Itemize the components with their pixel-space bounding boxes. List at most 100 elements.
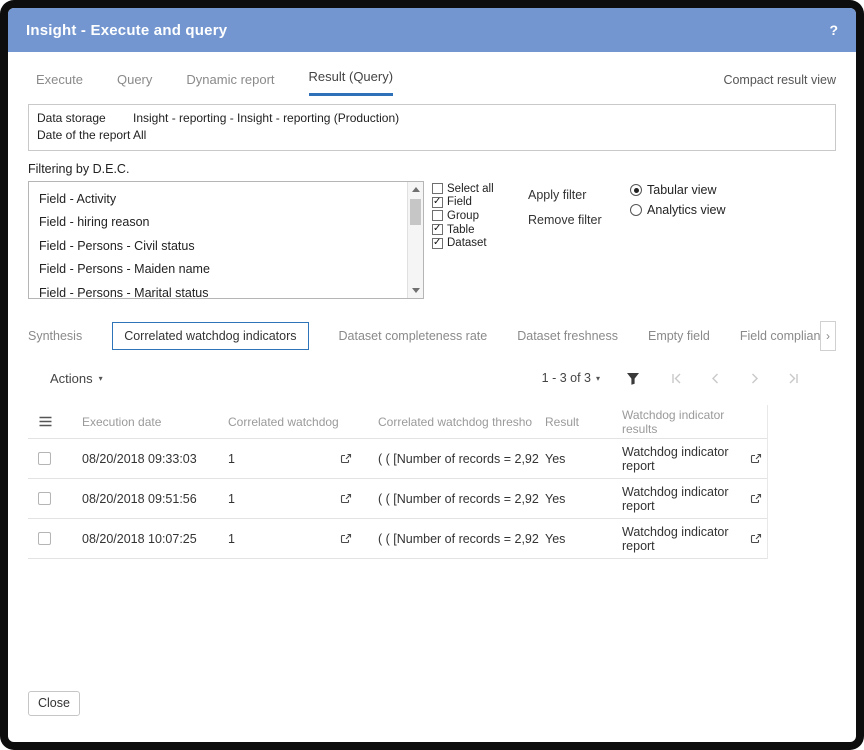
checkbox-field[interactable]: Field — [432, 196, 514, 210]
arrow-up-icon — [412, 187, 420, 192]
tab-field-compliance[interactable]: Field compliance ag — [740, 329, 820, 343]
scroll-down-button[interactable] — [408, 283, 423, 298]
remove-filter-button[interactable]: Remove filter — [528, 213, 616, 227]
table-row[interactable]: 08/20/2018 09:51:56 1 ( ( [Number of rec… — [28, 479, 767, 519]
col-result: Result — [545, 415, 622, 429]
dataset-checkbox[interactable] — [432, 238, 443, 249]
last-page-icon[interactable] — [787, 372, 800, 385]
cell-result: Yes — [545, 492, 622, 506]
table-checkbox[interactable] — [432, 224, 443, 235]
tab-empty-field[interactable]: Empty field — [648, 329, 710, 343]
result-tab-strip: Synthesis Correlated watchdog indicators… — [28, 321, 820, 351]
external-link-icon[interactable] — [750, 533, 762, 545]
list-item[interactable]: Field - Persons - Maiden name — [29, 258, 407, 282]
data-storage-label: Data storage — [37, 110, 133, 127]
tabular-view-option[interactable]: Tabular view — [630, 183, 726, 197]
window-frame: Insight - Execute and query ? Execute Qu… — [0, 0, 864, 750]
listbox-scrollbar[interactable] — [407, 182, 423, 298]
watchdog-report-link[interactable]: Watchdog indicator report — [622, 525, 750, 553]
checkbox-table[interactable]: Table — [432, 223, 514, 237]
tab-dataset-completeness-rate[interactable]: Dataset completeness rate — [339, 329, 488, 343]
tab-scroll-next-button[interactable]: › — [820, 321, 836, 351]
tabular-view-radio[interactable] — [630, 184, 642, 196]
column-menu-icon[interactable] — [38, 415, 53, 428]
list-item[interactable]: Field - hiring reason — [29, 211, 407, 235]
filtering-title: Filtering by D.E.C. — [28, 162, 836, 176]
tab-dataset-freshness[interactable]: Dataset freshness — [517, 329, 618, 343]
report-info-box: Data storage Insight - reporting - Insig… — [28, 104, 836, 151]
checkbox-group[interactable]: Group — [432, 209, 514, 223]
actions-menu[interactable]: Actions ▾ — [50, 371, 103, 386]
first-page-icon[interactable] — [670, 372, 683, 385]
dec-list: Field - Activity Field - hiring reason F… — [29, 182, 423, 305]
external-link-icon[interactable] — [340, 493, 352, 505]
checkbox-label: Dataset — [447, 237, 487, 249]
tab-correlated-watchdog-indicators[interactable]: Correlated watchdog indicators — [112, 322, 308, 350]
list-item[interactable]: Field - Persons - Marital status — [29, 281, 407, 305]
table-row[interactable]: 08/20/2018 10:07:25 1 ( ( [Number of rec… — [28, 519, 767, 559]
scroll-up-button[interactable] — [408, 182, 423, 197]
dec-listbox[interactable]: Field - Activity Field - hiring reason F… — [28, 181, 424, 299]
next-page-icon[interactable] — [748, 372, 761, 385]
row-checkbox[interactable] — [38, 532, 51, 545]
table-row[interactable]: 08/20/2018 09:33:03 1 ( ( [Number of rec… — [28, 439, 767, 479]
filter-actions: Apply filter Remove filter — [528, 181, 616, 227]
checkbox-label: Group — [447, 210, 479, 222]
cell-threshold: ( ( [Number of records = 2,92 — [378, 532, 545, 546]
row-checkbox[interactable] — [38, 492, 51, 505]
chevron-down-icon: ▾ — [99, 374, 103, 383]
tab-synthesis[interactable]: Synthesis — [28, 329, 82, 343]
filter-checkbox-group: Select all Field Group Table Dataset — [432, 181, 514, 250]
chevron-down-icon: ▾ — [596, 374, 600, 383]
watchdog-report-link[interactable]: Watchdog indicator report — [622, 445, 750, 473]
row-checkbox[interactable] — [38, 452, 51, 465]
tab-dynamic-report[interactable]: Dynamic report — [186, 72, 274, 96]
cell-correlated-watchdog: 1 — [228, 452, 235, 466]
external-link-icon[interactable] — [340, 533, 352, 545]
col-correlated-watchdog: Correlated watchdog — [228, 415, 378, 429]
cell-result: Yes — [545, 452, 622, 466]
checkbox-select-all[interactable]: Select all — [432, 182, 514, 196]
toolbar-right: 1 - 3 of 3 ▾ — [542, 371, 800, 385]
apply-filter-button[interactable]: Apply filter — [528, 188, 616, 202]
close-button[interactable]: Close — [28, 691, 80, 716]
window-title: Insight - Execute and query — [26, 22, 227, 39]
checkbox-label: Table — [447, 224, 475, 236]
radio-label: Tabular view — [647, 183, 716, 197]
external-link-icon[interactable] — [750, 493, 762, 505]
tab-query[interactable]: Query — [117, 72, 152, 96]
filter-funnel-icon[interactable] — [626, 372, 640, 385]
cell-result: Yes — [545, 532, 622, 546]
compact-result-view-link[interactable]: Compact result view — [723, 73, 836, 96]
scrollbar-thumb[interactable] — [410, 199, 421, 225]
help-button[interactable]: ? — [829, 22, 838, 38]
analytics-view-radio[interactable] — [630, 204, 642, 216]
list-item[interactable]: Field - Activity — [29, 187, 407, 211]
results-table: Execution date Correlated watchdog Corre… — [28, 405, 768, 559]
group-checkbox[interactable] — [432, 210, 443, 221]
external-link-icon[interactable] — [750, 453, 762, 465]
data-storage-row: Data storage Insight - reporting - Insig… — [37, 110, 827, 127]
data-storage-value: Insight - reporting - Insight - reportin… — [133, 110, 399, 127]
page-range-dropdown[interactable]: 1 - 3 of 3 ▾ — [542, 371, 600, 385]
cell-execution-date: 08/20/2018 09:33:03 — [82, 452, 228, 466]
pagination — [670, 372, 800, 385]
main-tab-bar: Execute Query Dynamic report Result (Que… — [8, 52, 856, 96]
checkbox-dataset[interactable]: Dataset — [432, 236, 514, 250]
cell-execution-date: 08/20/2018 09:51:56 — [82, 492, 228, 506]
col-watchdog-indicator-results: Watchdog indicator results — [622, 408, 768, 436]
select-all-checkbox[interactable] — [432, 183, 443, 194]
actions-label: Actions — [50, 371, 93, 386]
field-checkbox[interactable] — [432, 197, 443, 208]
view-mode-group: Tabular view Analytics view — [630, 181, 726, 223]
table-toolbar: Actions ▾ 1 - 3 of 3 ▾ — [8, 367, 856, 389]
external-link-icon[interactable] — [340, 453, 352, 465]
filtering-area: Field - Activity Field - hiring reason F… — [8, 181, 856, 299]
analytics-view-option[interactable]: Analytics view — [630, 203, 726, 217]
previous-page-icon[interactable] — [709, 372, 722, 385]
list-item[interactable]: Field - Persons - Civil status — [29, 234, 407, 258]
watchdog-report-link[interactable]: Watchdog indicator report — [622, 485, 750, 513]
tab-execute[interactable]: Execute — [36, 72, 83, 96]
tab-result-query[interactable]: Result (Query) — [309, 69, 394, 96]
col-execution-date: Execution date — [82, 415, 228, 429]
